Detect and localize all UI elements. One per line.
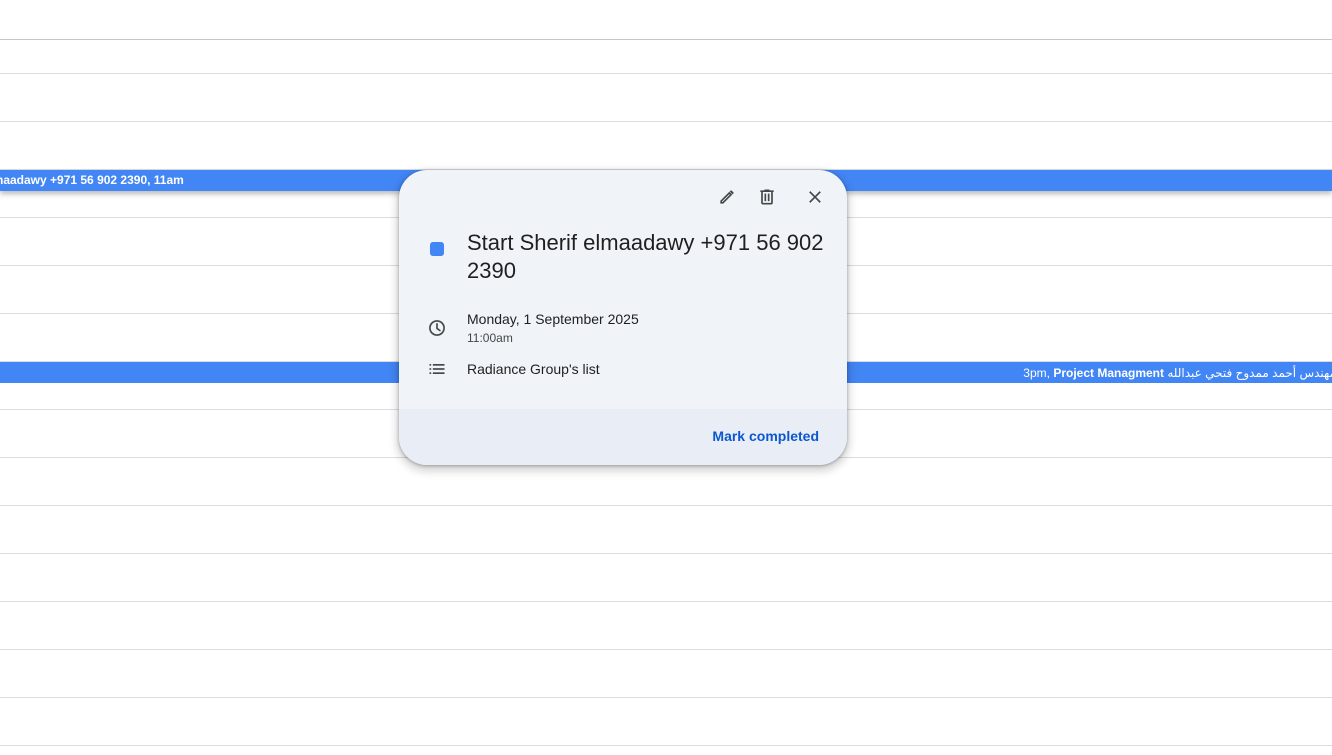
clock-icon [429,320,445,336]
close-popup-button[interactable] [797,179,833,215]
grid-line [0,505,1332,506]
task-list-name: Radiance Group's list [467,361,600,377]
grid-line [0,121,1332,122]
mark-completed-button[interactable]: Mark completed [712,428,819,444]
edit-task-button[interactable] [709,179,745,215]
task-date: Monday, 1 September 2025 [467,311,639,327]
delete-task-button[interactable] [749,179,785,215]
close-icon [809,191,821,203]
grid-line [0,73,1332,74]
list-icon [429,364,445,374]
grid-line [0,601,1332,602]
task-title: Start Sherif elmaadawy +971 56 902 2390 [467,230,824,283]
grid-line [0,745,1332,746]
event-label: naadawy +971 56 902 2390, 11am [0,173,184,187]
grid-line [0,649,1332,650]
task-color-indicator [430,242,444,256]
event-label: 3pm, Project Managment مهندس أحمد ممدوح … [1023,366,1332,380]
grid-line [0,39,1332,40]
task-details-popup: Start Sherif elmaadawy +971 56 902 2390 … [399,170,847,465]
task-time: 11:00am [467,331,513,345]
pencil-icon [720,190,734,204]
grid-line [0,553,1332,554]
trash-icon [760,189,774,205]
grid-line [0,697,1332,698]
